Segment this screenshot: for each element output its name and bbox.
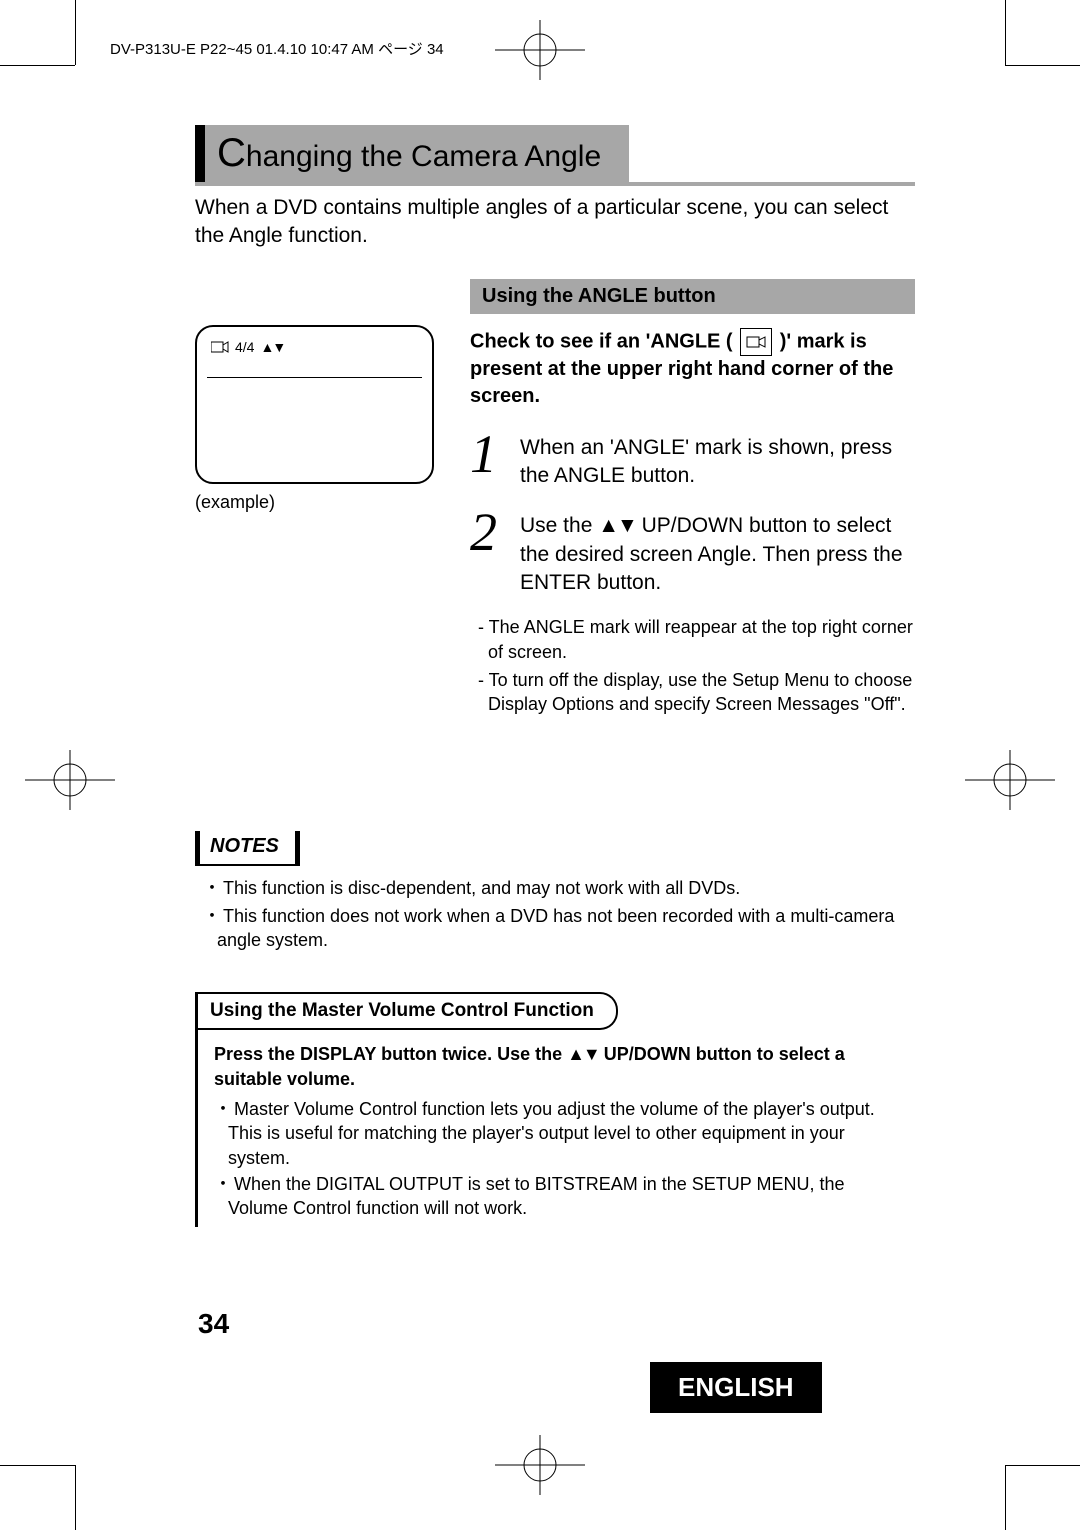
step-1-number: 1 [470, 430, 506, 491]
register-mark-bottom [495, 1435, 585, 1495]
step-2-number: 2 [470, 508, 506, 597]
example-screen: 4/4 ▲▼ [195, 325, 434, 484]
note-item-2: This function does not work when a DVD h… [195, 904, 915, 953]
example-caption: (example) [195, 492, 440, 513]
notes-list: This function is disc-dependent, and may… [195, 876, 915, 953]
page-number: 34 [198, 1308, 229, 1340]
updown-arrows-icon: ▲▼ [567, 1044, 599, 1064]
section-heading-bar: Changing the Camera Angle [195, 125, 915, 186]
angle-count: 4/4 [235, 339, 254, 355]
register-mark-top [495, 20, 585, 80]
step-1-text: When an 'ANGLE' mark is shown, press the… [520, 430, 915, 491]
notes-label: NOTES [195, 831, 300, 866]
updown-arrows-icon: ▲▼ [598, 514, 636, 537]
volume-bullets: Master Volume Control function lets you … [214, 1097, 907, 1220]
angle-mark-icon [740, 328, 772, 356]
intro-text: When a DVD contains multiple angles of a… [195, 194, 915, 251]
camera-icon [211, 340, 229, 354]
volume-bullet-2: When the DIGITAL OUTPUT is set to BITSTR… [214, 1172, 907, 1221]
angle-note-2: - To turn off the display, use the Setup… [478, 668, 915, 717]
language-badge: ENGLISH [650, 1362, 822, 1413]
register-mark-left [25, 750, 115, 810]
volume-lead: Press the DISPLAY button twice. Use the … [214, 1042, 907, 1091]
angle-notes-list: - The ANGLE mark will reappear at the to… [478, 615, 915, 716]
angle-check-instruction: Check to see if an 'ANGLE ( )' mark is p… [470, 328, 915, 410]
volume-bullet-1: Master Volume Control function lets you … [214, 1097, 907, 1170]
updown-arrows-icon: ▲▼ [260, 339, 284, 355]
note-item-1: This function is disc-dependent, and may… [195, 876, 915, 900]
volume-heading: Using the Master Volume Control Function [198, 992, 618, 1030]
document-header: DV-P313U-E P22~45 01.4.10 10:47 AM ページ 3… [110, 38, 444, 59]
angle-note-1: - The ANGLE mark will reappear at the to… [478, 615, 915, 664]
section-heading: Changing the Camera Angle [205, 125, 629, 182]
angle-subheading: Using the ANGLE button [470, 279, 915, 314]
step-2-text: Use the ▲▼ UP/DOWN button to select the … [520, 508, 915, 597]
register-mark-right [965, 750, 1055, 810]
